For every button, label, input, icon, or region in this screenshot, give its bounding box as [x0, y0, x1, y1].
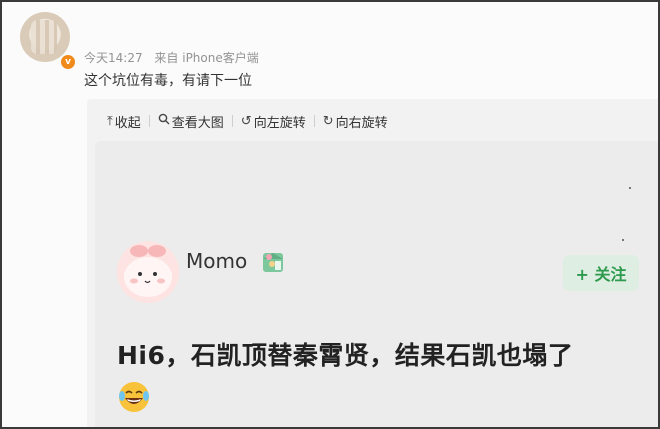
post-source[interactable]: 来自 iPhone客户端 [154, 51, 258, 65]
headline-text: Hi6，石凯顶替秦霄贤，结果石凯也塌了 [117, 341, 574, 370]
rotate-right-button[interactable]: ↻ 向右旋转 [323, 112, 388, 131]
attached-image[interactable]: Momo + 关注 Hi6，石凯顶替秦霄贤，结果石凯也塌了 [95, 141, 658, 427]
magnifier-icon [158, 113, 170, 129]
member-badge-icon [260, 249, 286, 275]
view-large-label: 查看大图 [171, 115, 224, 131]
rotate-left-label: 向左旋转 [253, 115, 306, 131]
view-large-button[interactable]: 查看大图 [158, 112, 224, 131]
image-viewer: ⤒ 收起 查看大图 ↺ 向左旋转 ↻ 向右旋转 Momo + 关注 Hi6，石凯… [87, 99, 658, 427]
collapse-button[interactable]: ⤒ 收起 [107, 112, 141, 131]
post-meta: 今天14:27 来自 iPhone客户端 [84, 49, 267, 66]
weibo-post-frame: v 今天14:27 来自 iPhone客户端 这个坑位有毒，有请下一位 ⤒ 收起… [0, 0, 660, 429]
rotate-right-icon: ↻ [322, 113, 334, 129]
collapse-label: 收起 [114, 115, 141, 131]
post-time: 今天14:27 [84, 51, 143, 65]
avatar-blur [31, 20, 57, 54]
toolbar-divider [148, 115, 150, 127]
verified-badge-icon: v [59, 53, 77, 71]
rotate-left-icon: ↺ [240, 113, 252, 129]
speck [629, 187, 631, 189]
username: Momo [186, 249, 248, 273]
toolbar-divider [231, 115, 233, 127]
laughing-tears-icon [117, 380, 151, 414]
image-toolbar: ⤒ 收起 查看大图 ↺ 向左旋转 ↻ 向右旋转 [87, 99, 404, 143]
momo-avatar [117, 241, 179, 303]
arrow-up-icon: ⤒ [107, 113, 113, 129]
rotate-right-label: 向右旋转 [335, 115, 388, 131]
speck [622, 239, 624, 241]
rotate-left-button[interactable]: ↺ 向左旋转 [241, 112, 306, 131]
follow-button: + 关注 [563, 255, 639, 291]
toolbar-divider [313, 115, 315, 127]
post-text: 这个坑位有毒，有请下一位 [84, 73, 252, 89]
